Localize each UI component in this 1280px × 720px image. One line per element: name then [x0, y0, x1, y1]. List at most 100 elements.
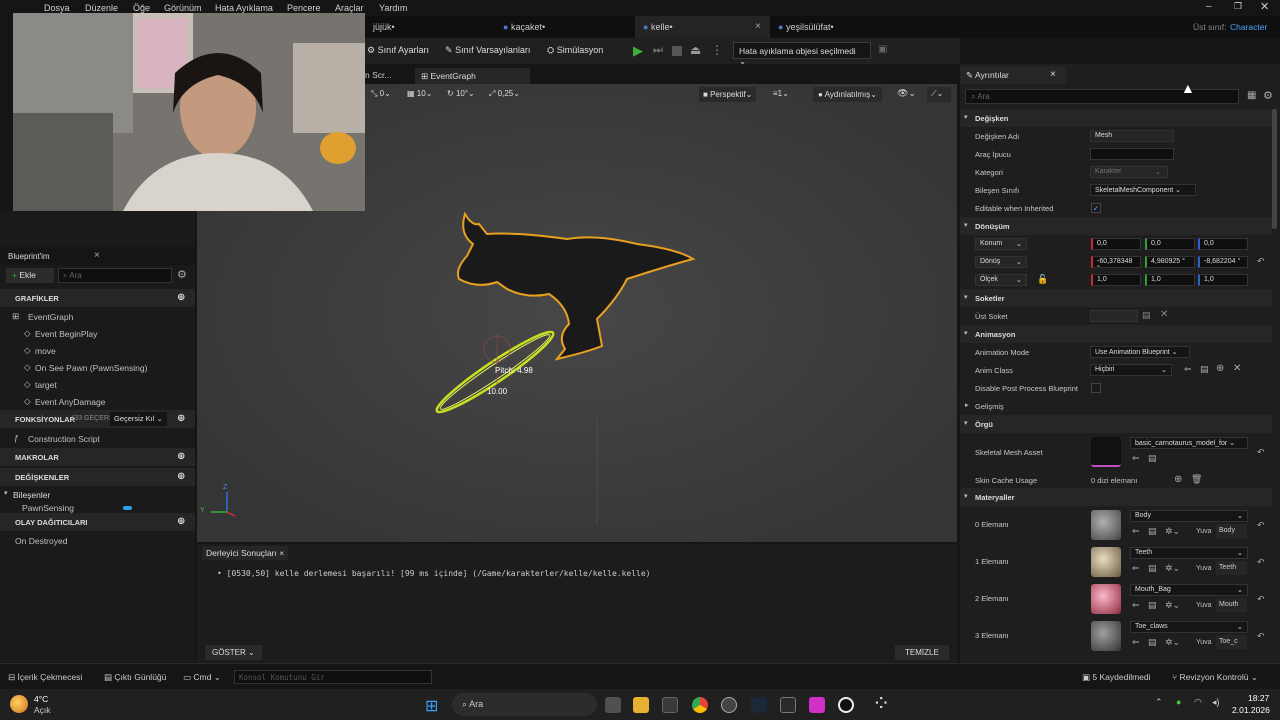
anim-class-dropdown[interactable]: Hiçbiri ⌄: [1090, 364, 1172, 376]
editable-checkbox[interactable]: ✓: [1091, 203, 1101, 213]
reset-icon[interactable]: ↶: [1257, 447, 1265, 458]
rotation-z-input[interactable]: -8,682204 °: [1198, 256, 1248, 268]
browse-icon[interactable]: ▤: [1148, 563, 1157, 574]
rotation-y-input[interactable]: 4,980925 °: [1145, 256, 1195, 268]
cmd-dropdown[interactable]: ▭ Cmd ⌄: [183, 672, 221, 683]
options-icon[interactable]: ✲⌄: [1165, 526, 1180, 537]
browse-icon[interactable]: ▤: [1148, 637, 1157, 648]
variable-section[interactable]: ▾ Değişken: [960, 109, 1272, 127]
gear-icon[interactable]: ⚙: [1263, 89, 1273, 102]
use-selected-icon[interactable]: ⇐: [1132, 637, 1140, 648]
event-item[interactable]: ◇ Event BeginPlay: [0, 324, 195, 342]
add-variable-icon[interactable]: ⊕: [177, 471, 185, 482]
details-scrollbar[interactable]: [1272, 109, 1277, 229]
scale-z-input[interactable]: 1,0: [1198, 274, 1248, 286]
functions-section[interactable]: FONKSİYONLAR (33 GEÇERS Geçersiz Kıl ⌄ ⊕: [0, 410, 195, 428]
volume-icon[interactable]: ◂): [1212, 697, 1220, 708]
unreal-engine-icon[interactable]: [838, 697, 854, 713]
restore-icon[interactable]: ❐: [1234, 1, 1242, 12]
event-item[interactable]: ◇ Event AnyDamage: [0, 392, 195, 410]
dispatchers-section[interactable]: OLAY DAĞITICILARI ⊕: [0, 513, 195, 531]
settings-icon[interactable]: ⟋⌄: [927, 87, 951, 102]
class-settings-button[interactable]: ⚙ Sınıf Ayarları: [367, 45, 429, 56]
my-blueprint-tab[interactable]: Blueprint'im: [8, 252, 50, 261]
clear-button[interactable]: TEMİZLE: [895, 645, 949, 660]
revision-control-button[interactable]: ⑂ Revizyon Kontrolü ⌄: [1172, 672, 1258, 683]
clock-time[interactable]: 18:27: [1248, 693, 1269, 703]
reset-icon[interactable]: ↶: [1257, 631, 1265, 642]
tab-jujuk[interactable]: jüjük•: [365, 16, 495, 38]
rotation-x-input[interactable]: -60,378348 °: [1091, 256, 1141, 272]
material-thumbnail[interactable]: [1091, 584, 1121, 614]
location-dropdown[interactable]: Konum ⌄: [975, 238, 1027, 250]
location-x-input[interactable]: 0,0: [1091, 238, 1141, 250]
menu-file[interactable]: Dosya: [44, 3, 70, 13]
task-view-icon[interactable]: [605, 697, 621, 713]
rotation-dropdown[interactable]: Dönüş ⌄: [975, 256, 1027, 268]
material-dropdown[interactable]: Toe_claws ⌄: [1130, 621, 1248, 633]
output-log-button[interactable]: ▤ Çıktı Günlüğü: [104, 672, 166, 683]
on-destroyed-item[interactable]: On Destroyed: [0, 531, 195, 549]
wifi-icon[interactable]: ◠: [1194, 697, 1202, 708]
advanced-row[interactable]: ▸ Gelişmiş: [960, 397, 1272, 415]
reset-icon[interactable]: ↶: [1257, 594, 1265, 605]
tray-chevron-icon[interactable]: ⌃: [1155, 697, 1163, 708]
epic-games-icon[interactable]: [780, 697, 796, 713]
menu-asset[interactable]: Öğe: [133, 3, 150, 13]
menu-debug[interactable]: Hata Ayıklama: [215, 3, 273, 13]
taskbar-search[interactable]: ⌕ Ara: [452, 693, 597, 716]
browse-icon[interactable]: ▤: [1148, 453, 1157, 464]
table-view-icon[interactable]: ▦: [1247, 90, 1256, 101]
compiler-tab[interactable]: Derleyici Sonuçları ×: [202, 546, 289, 560]
animation-section[interactable]: ▾ Animasyon: [960, 325, 1272, 343]
rotation-snap-dropdown[interactable]: ↻ 10°⌄: [447, 89, 475, 98]
menu-tools[interactable]: Araçlar: [335, 3, 364, 13]
close-panel-icon[interactable]: ×: [1050, 69, 1056, 80]
perspective-dropdown[interactable]: ■ Perspektif⌄: [699, 87, 757, 102]
mesh-section[interactable]: ▾ Örgü: [960, 415, 1272, 433]
macros-section[interactable]: MAKROLAR ⊕: [0, 448, 195, 466]
tab-kacaket[interactable]: ● kaçaket•: [495, 16, 635, 38]
grid-snap-dropdown[interactable]: ⤡ 0⌄: [371, 89, 391, 99]
lit-dropdown[interactable]: ● Aydınlatılmış⌄: [813, 87, 882, 102]
mesh-thumbnail[interactable]: [1091, 437, 1121, 467]
console-input[interactable]: Konsol Komutunu Gir: [234, 670, 432, 684]
browse-icon[interactable]: ▤: [1142, 310, 1151, 321]
add-button[interactable]: + Ekle: [6, 268, 54, 283]
close-tab-icon[interactable]: ×: [279, 548, 284, 558]
weather-icon[interactable]: [10, 695, 28, 713]
store-icon[interactable]: [662, 697, 678, 713]
use-selected-icon[interactable]: ⇐: [1132, 600, 1140, 611]
tab-construction-script[interactable]: n Scr...: [365, 70, 391, 80]
scale-dropdown[interactable]: Ölçek ⌄: [975, 274, 1027, 286]
show-eye-icon[interactable]: 👁⌄: [897, 88, 916, 99]
event-item[interactable]: ◇ target: [0, 375, 195, 393]
variables-section[interactable]: DEĞİŞKENLER ⊕: [0, 468, 195, 486]
menu-edit[interactable]: Düzenle: [85, 3, 118, 13]
parent-class-link[interactable]: Character: [1230, 22, 1267, 32]
menu-view[interactable]: Görünüm: [164, 3, 202, 13]
menu-window[interactable]: Pencere: [287, 3, 321, 13]
location-y-input[interactable]: 0,0: [1145, 238, 1195, 250]
options-icon[interactable]: ✲⌄: [1165, 600, 1180, 611]
simulation-button[interactable]: ⛭ Simülasyon: [547, 45, 603, 56]
file-explorer-icon[interactable]: [633, 697, 649, 713]
show-button[interactable]: GÖSTER ⌄: [205, 645, 262, 660]
parent-socket-input[interactable]: [1090, 310, 1138, 322]
browse-icon[interactable]: ▣: [878, 44, 887, 55]
material-dropdown[interactable]: Mouth_Bag ⌄: [1130, 584, 1248, 596]
details-tab[interactable]: ✎ Ayrıntılar ×: [960, 66, 1066, 84]
browse-icon[interactable]: ▤: [1148, 600, 1157, 611]
use-selected-icon[interactable]: ⇐: [1132, 453, 1140, 464]
material-thumbnail[interactable]: [1091, 510, 1121, 540]
gear-icon[interactable]: ⚙: [177, 268, 187, 281]
options-icon[interactable]: ✲⌄: [1165, 637, 1180, 648]
scale-snap-dropdown[interactable]: ⤢ 0,25⌄: [489, 89, 520, 99]
location-snap-dropdown[interactable]: ▦ 10⌄: [407, 89, 432, 98]
reset-icon[interactable]: ↶: [1257, 256, 1265, 267]
details-search-input[interactable]: ⌕ Ara: [965, 89, 1239, 104]
material-dropdown[interactable]: Teeth ⌄: [1130, 547, 1248, 559]
step-icon[interactable]: ⏭: [653, 44, 663, 57]
options-icon[interactable]: ✲⌄: [1165, 563, 1180, 574]
override-dropdown[interactable]: Geçersiz Kıl ⌄: [110, 412, 167, 426]
